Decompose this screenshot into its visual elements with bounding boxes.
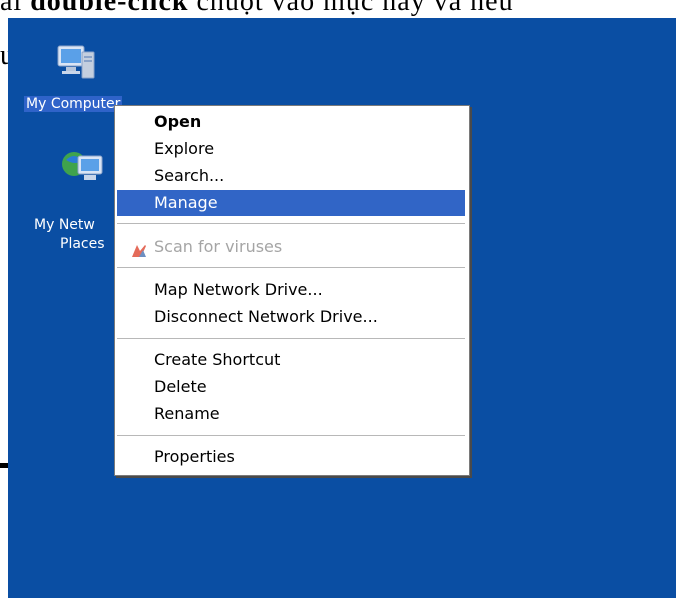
network-icon[interactable] [60, 146, 108, 194]
menu-item-search[interactable]: Search... [117, 163, 465, 189]
menu-item-label: Disconnect Network Drive... [154, 307, 378, 326]
left-margin-mark [0, 463, 8, 468]
menu-item-label: Scan for viruses [154, 237, 283, 256]
menu-item-rename[interactable]: Rename [117, 401, 465, 427]
top-text-prefix: ai [0, 0, 31, 17]
menu-item-label: Properties [154, 447, 235, 466]
menu-separator [117, 338, 465, 339]
menu-item-label: Create Shortcut [154, 350, 281, 369]
desktop-area[interactable]: My Computer My Netw Places Open Explore … [8, 18, 676, 598]
menu-separator [117, 267, 465, 268]
menu-item-properties[interactable]: Properties [117, 444, 465, 470]
menu-item-map-network-drive[interactable]: Map Network Drive... [117, 277, 465, 303]
menu-item-scan-for-viruses[interactable]: Scan for viruses [117, 234, 465, 260]
menu-item-explore[interactable]: Explore [117, 136, 465, 162]
menu-item-label: Explore [154, 139, 215, 158]
menu-item-manage[interactable]: Manage [117, 190, 465, 216]
menu-item-open[interactable]: Open [117, 109, 465, 135]
context-menu: Open Explore Search... Manage Scan for v… [114, 105, 470, 476]
menu-item-label: Rename [154, 404, 220, 423]
menu-separator [117, 223, 465, 224]
menu-item-label: Map Network Drive... [154, 280, 323, 299]
antivirus-icon [131, 240, 147, 257]
computer-icon[interactable] [52, 40, 100, 88]
my-network-label-line1[interactable]: My Netw [34, 217, 95, 233]
my-computer-label[interactable]: My Computer [24, 96, 123, 112]
menu-item-delete[interactable]: Delete [117, 374, 465, 400]
menu-item-label: Delete [154, 377, 207, 396]
menu-item-label: Open [154, 112, 202, 131]
top-text-bold: double-click [30, 0, 189, 17]
menu-item-label: Search... [154, 166, 225, 185]
menu-separator [117, 435, 465, 436]
menu-item-disconnect-network-drive[interactable]: Disconnect Network Drive... [117, 304, 465, 330]
top-text-suffix: chuột vào mục này và nếu [188, 0, 514, 17]
menu-item-create-shortcut[interactable]: Create Shortcut [117, 347, 465, 373]
my-network-label-line2[interactable]: Places [60, 236, 105, 252]
menu-item-label: Manage [154, 193, 218, 212]
